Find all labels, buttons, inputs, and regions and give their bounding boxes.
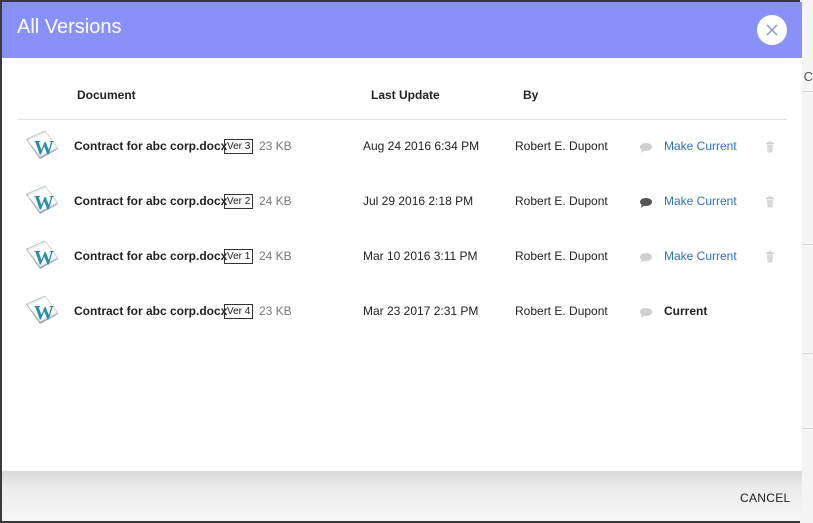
trash-icon[interactable] [765, 140, 775, 153]
file-size: 23 KB [259, 139, 292, 153]
dialog-title: All Versions [17, 16, 122, 38]
trash-icon[interactable] [765, 250, 775, 263]
comment-icon[interactable] [639, 196, 653, 208]
close-button[interactable] [757, 15, 787, 45]
author-name: Robert E. Dupont [515, 194, 608, 208]
version-row: W Contract for abc corp.docx Ver 3 23 KB Aug… [2, 119, 802, 174]
version-badge: Ver 2 [224, 194, 254, 209]
make-current-link[interactable]: Make Current [664, 139, 737, 153]
close-icon [766, 24, 778, 36]
file-size: 24 KB [259, 194, 292, 208]
author-name: Robert E. Dupont [515, 139, 608, 153]
file-size: 24 KB [259, 249, 292, 263]
cancel-button[interactable]: CANCEL [740, 491, 790, 505]
last-update-date: Mar 10 2016 3:11 PM [363, 249, 478, 263]
trash-icon[interactable] [765, 195, 775, 208]
version-badge: Ver 1 [224, 249, 254, 264]
comment-icon[interactable] [639, 141, 653, 153]
document-name[interactable]: Contract for abc corp.docx [74, 249, 227, 263]
column-header-by: By [523, 88, 539, 102]
last-update-date: Aug 24 2016 6:34 PM [363, 139, 480, 153]
last-update-date: Mar 23 2017 2:31 PM [363, 304, 479, 318]
version-row: W Contract for abc corp.docx Ver 2 24 KB Jul… [2, 174, 802, 229]
file-size: 23 KB [259, 304, 292, 318]
dialog-header: All Versions [2, 2, 802, 58]
make-current-link[interactable]: Make Current [664, 194, 737, 208]
svg-text:W: W [34, 302, 54, 324]
word-document-icon: W [22, 127, 62, 167]
word-document-icon: W [22, 237, 62, 277]
svg-text:W: W [34, 247, 54, 269]
version-row: W Contract for abc corp.docx Ver 1 24 KB Mar… [2, 229, 802, 284]
word-document-icon: W [22, 292, 62, 332]
author-name: Robert E. Dupont [515, 249, 608, 263]
word-document-icon: W [22, 182, 62, 222]
dialog-footer [2, 471, 802, 521]
column-header-document: Document [77, 88, 136, 102]
version-badge: Ver 3 [224, 139, 254, 154]
comment-icon[interactable] [639, 306, 653, 318]
comment-icon[interactable] [639, 251, 653, 263]
last-update-date: Jul 29 2016 2:18 PM [363, 194, 474, 208]
svg-text:W: W [34, 137, 54, 159]
version-badge: Ver 4 [224, 304, 254, 319]
column-header-last-update: Last Update [371, 88, 440, 102]
version-row: W Contract for abc corp.docx Ver 4 23 KB Mar… [2, 284, 802, 339]
document-name[interactable]: Contract for abc corp.docx [74, 304, 227, 318]
make-current-link[interactable]: Make Current [664, 249, 737, 263]
current-version-label: Current [664, 304, 708, 318]
svg-text:W: W [34, 192, 54, 214]
all-versions-dialog: All Versions Document Last Update By W Co… [2, 2, 802, 521]
author-name: Robert E. Dupont [515, 304, 608, 318]
document-name[interactable]: Contract for abc corp.docx [74, 139, 227, 153]
document-name[interactable]: Contract for abc corp.docx [74, 194, 227, 208]
